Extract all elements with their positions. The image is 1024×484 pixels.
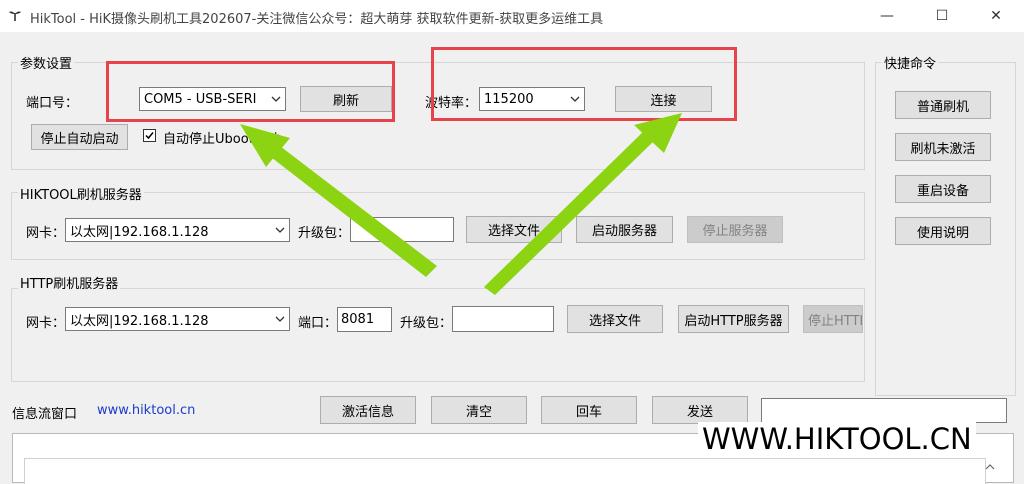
arrow-to-connect <box>484 113 682 295</box>
annotation-arrows <box>240 113 682 295</box>
arrow-to-port <box>240 124 437 277</box>
